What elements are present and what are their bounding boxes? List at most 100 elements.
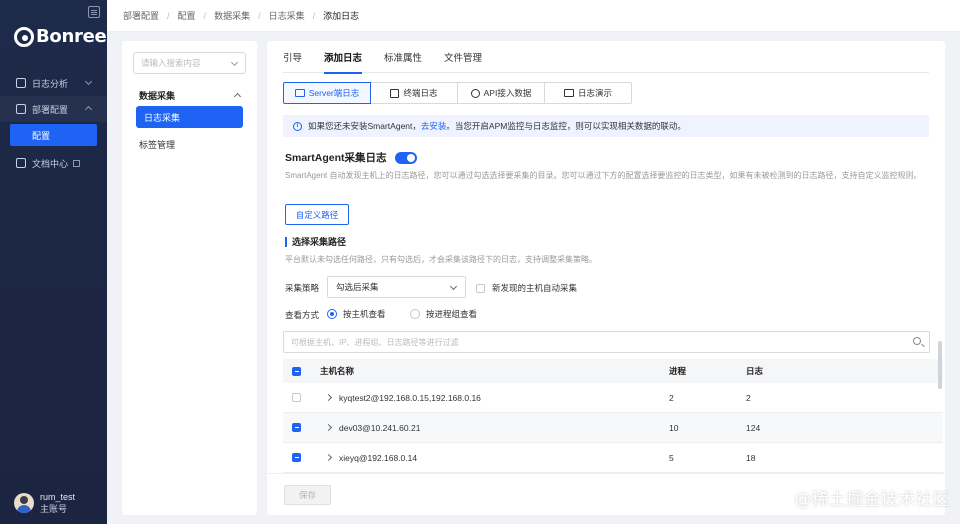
- column-header-log: 日志: [746, 366, 764, 376]
- tree-group-data-collection[interactable]: 数据采集: [133, 85, 246, 105]
- book-icon: [16, 158, 26, 168]
- sidebar: Bonree 日志分析 部署配置 配置 文档中心 rum_test 主账号: [0, 0, 107, 524]
- sidebar-item-config[interactable]: 配置: [10, 124, 97, 146]
- chart-icon: [16, 78, 26, 88]
- view-by-host-option[interactable]: 按主机查看: [327, 308, 386, 320]
- chevron-down-icon: [449, 282, 458, 291]
- auto-collect-label: 新发现的主机自动采集: [492, 283, 578, 293]
- save-button[interactable]: 保存: [284, 485, 331, 505]
- notice-text: 如果您还未安装SmartAgent，: [308, 121, 421, 131]
- smartagent-title-row: SmartAgent采集日志: [285, 150, 417, 165]
- strategy-value: 勾选后采集: [336, 282, 379, 292]
- sidebar-item-log-analysis[interactable]: 日志分析: [0, 70, 107, 96]
- install-link[interactable]: 去安装: [421, 120, 447, 132]
- strategy-label: 采集策略: [285, 283, 320, 293]
- host-name: kyqtest2@192.168.0.15,192.168.0.16: [339, 392, 481, 403]
- tab-file-management[interactable]: 文件管理: [444, 51, 482, 73]
- table-header: 主机名称 进程 日志: [283, 359, 943, 383]
- breadcrumb-item[interactable]: 配置: [178, 9, 196, 22]
- user-role: 主账号: [40, 504, 68, 514]
- breadcrumb-item[interactable]: 日志采集: [269, 9, 305, 22]
- log-count: 124: [746, 422, 761, 433]
- breadcrumb-separator: /: [167, 10, 170, 21]
- search-icon[interactable]: [913, 337, 921, 345]
- sidebar-item-docs[interactable]: 文档中心: [0, 150, 107, 176]
- auto-collect-option[interactable]: 新发现的主机自动采集: [476, 282, 577, 294]
- auto-collect-checkbox[interactable]: [476, 283, 485, 293]
- log-source-segmented: Server端日志 终端日志 API接入数据 日志演示: [283, 82, 632, 104]
- chevron-right-icon[interactable]: [324, 423, 333, 432]
- bonree-logo-icon: [14, 26, 34, 47]
- tab-guide[interactable]: 引导: [283, 51, 302, 73]
- search-placeholder: 请输入搜索内容: [141, 58, 201, 68]
- row-checkbox[interactable]: [292, 393, 301, 402]
- segment-server-log[interactable]: Server端日志: [283, 82, 371, 104]
- watermark: @稀土掘金技术社区: [794, 490, 950, 510]
- tab-bar: 引导 添加日志 标准属性 文件管理: [283, 51, 929, 74]
- radio-unchecked[interactable]: [410, 309, 420, 319]
- breadcrumb-separator: /: [258, 10, 261, 21]
- segment-label: API接入数据: [483, 88, 532, 98]
- install-notice: i 如果您还未安装SmartAgent， 去安装 。当您开启APM监控与日志监控…: [283, 115, 929, 137]
- sidebar-item-deploy-config[interactable]: 部署配置: [0, 96, 107, 122]
- segment-label: 日志演示: [577, 88, 612, 98]
- column-header-process: 进程: [669, 366, 687, 376]
- segment-terminal-log[interactable]: 终端日志: [370, 82, 458, 104]
- sidebar-item-label: 日志分析: [32, 78, 69, 89]
- collapse-sidebar-icon[interactable]: [88, 6, 100, 18]
- breadcrumb-current: 添加日志: [323, 11, 360, 21]
- table-row[interactable]: kyqtest2@192.168.0.15,192.168.0.16 2 2: [283, 383, 943, 413]
- host-table: 主机名称 进程 日志 kyqtest2@192.168.0.15,192.168…: [283, 359, 943, 473]
- table-row[interactable]: xieyq@192.168.0.14 5 18: [283, 443, 943, 473]
- breadcrumb-item[interactable]: 部署配置: [123, 9, 159, 22]
- breadcrumb-separator: /: [312, 10, 316, 21]
- segment-api-data[interactable]: API接入数据: [457, 82, 545, 104]
- tree-item-label: 标签管理: [139, 139, 176, 150]
- host-name: dev03@10.241.60.21: [339, 422, 421, 433]
- breadcrumb-item[interactable]: 数据采集: [214, 9, 250, 22]
- external-link-icon: [73, 159, 81, 167]
- sidebar-item-label: 部署配置: [32, 104, 69, 115]
- monitor-icon: [563, 89, 574, 97]
- segment-label: Server端日志: [308, 88, 360, 98]
- column-header-name: 主机名称: [320, 366, 355, 376]
- sidebar-item-label: 文档中心: [32, 158, 69, 169]
- tab-standard-attributes[interactable]: 标准属性: [384, 51, 422, 73]
- breadcrumb-separator: /: [203, 10, 207, 21]
- smartagent-toggle[interactable]: [394, 151, 417, 164]
- api-icon: [470, 88, 480, 98]
- tree-item-log-collection[interactable]: 日志采集: [136, 106, 243, 128]
- strategy-select[interactable]: 勾选后采集: [327, 276, 466, 298]
- log-count: 2: [746, 392, 751, 403]
- segment-label: 终端日志: [403, 88, 438, 98]
- wrench-icon: [16, 104, 26, 114]
- row-checkbox[interactable]: [292, 453, 301, 462]
- server-icon: [294, 89, 305, 97]
- radio-checked[interactable]: [327, 309, 337, 319]
- host-name: xieyq@192.168.0.14: [339, 452, 418, 463]
- segment-log-demo[interactable]: 日志演示: [544, 82, 632, 104]
- table-row[interactable]: dev03@10.241.60.21 10 124: [283, 413, 943, 443]
- view-by-process-option[interactable]: 按进程组查看: [410, 308, 477, 320]
- tab-add-log[interactable]: 添加日志: [324, 51, 363, 74]
- category-panel: 请输入搜索内容 数据采集 日志采集 标签管理: [122, 41, 257, 515]
- tree-item-tag-management[interactable]: 标签管理: [133, 134, 246, 154]
- user-name: rum_test: [40, 492, 76, 502]
- section-title: 选择采集路径: [285, 237, 346, 247]
- select-all-checkbox[interactable]: [292, 366, 301, 376]
- breadcrumb: 部署配置 / 配置 / 数据采集 / 日志采集 / 添加日志: [107, 0, 960, 32]
- chevron-right-icon[interactable]: [324, 453, 333, 462]
- category-search-input[interactable]: 请输入搜索内容: [133, 52, 246, 74]
- process-count: 10: [669, 422, 679, 433]
- view-mode-label: 查看方式: [285, 310, 320, 320]
- terminal-icon: [390, 88, 400, 98]
- main-panel: 引导 添加日志 标准属性 文件管理 Server端日志 终端日志 API接入数据…: [267, 41, 945, 515]
- chevron-right-icon[interactable]: [324, 393, 333, 402]
- row-checkbox[interactable]: [292, 423, 301, 432]
- vertical-scrollbar[interactable]: [938, 341, 942, 389]
- custom-path-button[interactable]: 自定义路径: [285, 204, 349, 225]
- user-profile[interactable]: rum_test 主账号: [14, 491, 75, 515]
- brand-logo[interactable]: Bonree: [14, 26, 107, 47]
- process-count: 5: [669, 452, 674, 463]
- host-filter-input[interactable]: 可根据主机、IP、进程组、日志路径等进行过滤: [283, 331, 930, 353]
